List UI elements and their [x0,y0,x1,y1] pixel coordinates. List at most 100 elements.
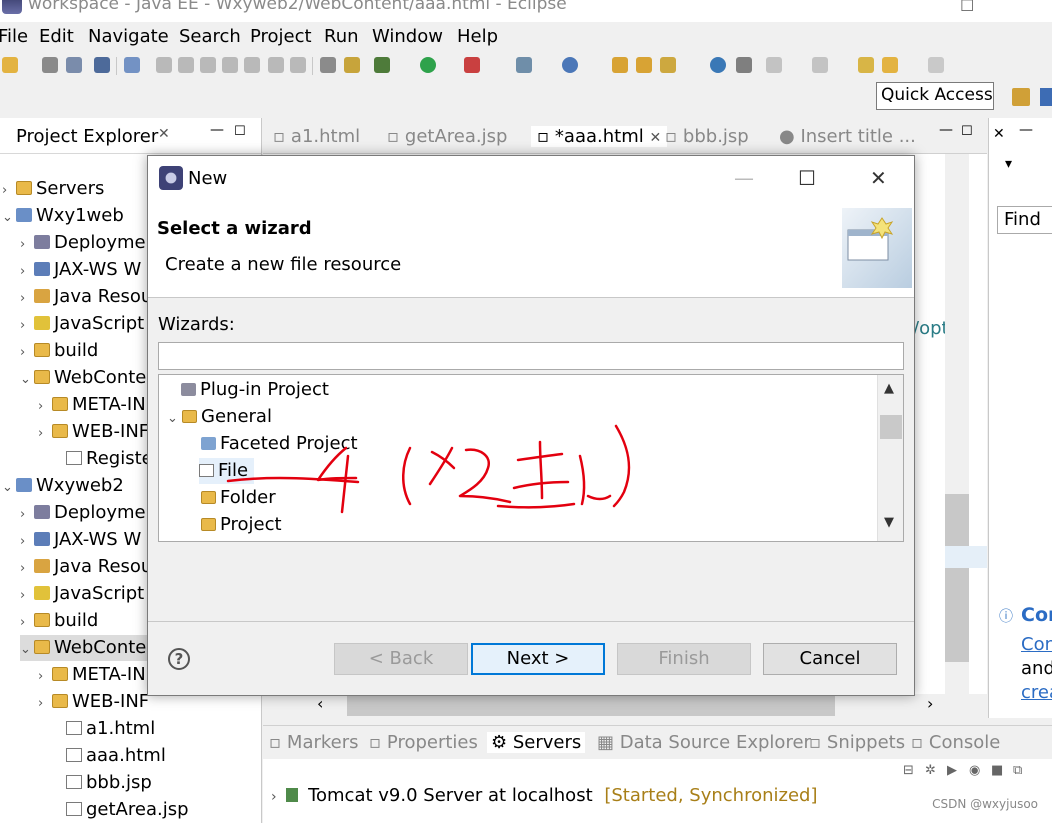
tree-item-web-inf-2[interactable]: › WEB-INF [38,689,149,715]
find-input[interactable]: Find [997,206,1052,234]
open-task-icon[interactable] [636,57,652,73]
resume-icon[interactable] [156,57,172,73]
tab-a1-html[interactable]: ▫ a1.html [273,126,360,147]
cancel-button[interactable]: Cancel [763,643,897,675]
tab-bbb-jsp[interactable]: ▫ bbb.jsp [665,126,749,147]
tree-item-aaa-html[interactable]: aaa.html [52,743,166,769]
wizard-item-project[interactable]: Project [201,512,282,538]
annotation-icon[interactable] [736,57,752,73]
tree-item-deployment[interactable]: › Deploymer [20,230,153,256]
tree-item-bbb-jsp[interactable]: bbb.jsp [52,770,152,796]
connect-link[interactable]: Con [1021,634,1052,655]
debug-server-icon[interactable]: ✲ [925,763,936,778]
back-button[interactable]: < Back [334,643,468,675]
editor-scrollbar[interactable] [945,154,969,694]
close-icon[interactable]: ✕ [870,166,887,190]
tab-servers[interactable]: ⚙ Servers [487,732,586,753]
wizard-item-plugin-project[interactable]: Plug-in Project [181,377,329,403]
prev-annotation-icon[interactable] [812,57,828,73]
tree-item-jaxws-2[interactable]: › JAX-WS W [20,527,141,553]
tree-item-wxy1web[interactable]: ⌄ Wxy1web [2,203,124,229]
terminate-icon[interactable] [200,57,216,73]
stop-server-icon[interactable]: ■ [991,763,1003,778]
tree-item-build-2[interactable]: › build [20,608,98,634]
menu-file[interactable]: File [0,26,28,47]
tree-item-build[interactable]: › build [20,338,98,364]
wizard-item-faceted-project[interactable]: Faceted Project [201,431,358,457]
menu-run[interactable]: Run [324,26,359,47]
scroll-up-icon[interactable]: ▲ [884,381,894,396]
menu-search[interactable]: Search [179,26,241,47]
external-tools-icon[interactable] [464,57,480,73]
disconnect-icon[interactable] [222,57,238,73]
minimize-icon[interactable]: — [939,122,953,138]
toggle-icon[interactable] [320,57,336,73]
tree-item-web-inf[interactable]: › WEB-INF [38,419,149,445]
print-icon[interactable] [94,57,110,73]
profile-server-icon[interactable]: ◉ [969,763,980,778]
wizard-tree-scroll-thumb[interactable] [880,415,902,439]
new-server-icon[interactable] [516,57,532,73]
forward-icon[interactable] [928,57,944,73]
tree-item-java-resources-2[interactable]: › Java Resou [20,554,152,580]
minimize-icon[interactable]: — [1019,122,1033,138]
tree-item-getarea-jsp[interactable]: getArea.jsp [52,797,189,823]
tree-item-deployment-2[interactable]: › Deploymer [20,500,153,526]
close-icon[interactable]: ✕ [158,126,170,142]
wizard-filter-input[interactable] [158,342,904,370]
close-icon[interactable]: ✕ [993,126,1005,142]
save-icon[interactable] [42,57,58,73]
tab-snippets[interactable]: ▫ Snippets [809,732,905,753]
tree-item-a1-html[interactable]: a1.html [52,716,155,742]
tree-item-javascript-2[interactable]: › JavaScript [20,581,144,607]
tab-properties[interactable]: ▫ Properties [369,732,478,753]
step-return-icon[interactable] [290,57,306,73]
tab-console[interactable]: ▫ Console [911,732,1000,753]
menu-edit[interactable]: Edit [39,26,74,47]
save-all-icon[interactable] [66,57,82,73]
tab-insert-title[interactable]: ● Insert title ... [779,126,916,147]
maximize-icon[interactable]: ☐ [960,0,974,15]
link-icon[interactable] [124,57,140,73]
next-button[interactable]: Next > [471,643,605,675]
server-row[interactable]: › Tomcat v9.0 Server at localhost [Start… [271,785,818,806]
scroll-down-icon[interactable]: ▼ [884,515,894,530]
ant-icon[interactable] [344,57,360,73]
javaee-perspective-icon[interactable] [1040,88,1052,106]
tab-getarea-jsp[interactable]: ▫ getArea.jsp [387,126,507,147]
wizard-item-folder[interactable]: Folder [201,485,276,511]
menu-help[interactable]: Help [457,26,498,47]
open-type-icon[interactable] [612,57,628,73]
collapse-icon[interactable]: ⊟ [903,763,914,778]
minimize-icon[interactable]: — [734,166,754,190]
wizard-item-general[interactable]: ⌄ General [167,404,272,430]
menu-navigate[interactable]: Navigate [88,26,169,47]
new-class-icon[interactable] [562,57,578,73]
menu-window[interactable]: Window [372,26,443,47]
tab-data-source-explorer[interactable]: ▦ Data Source Explorer [597,732,811,753]
editor-h-scrollbar[interactable]: ‹ › [263,694,987,720]
run-icon[interactable] [420,57,436,73]
maximize-icon[interactable]: ☐ [961,124,973,139]
next-annotation-icon[interactable] [766,57,782,73]
debug-icon[interactable] [374,57,390,73]
scroll-right-icon[interactable]: › [927,694,933,713]
maximize-icon[interactable]: ☐ [798,166,816,190]
h-scroll-thumb[interactable] [347,696,835,716]
tab-aaa-html[interactable]: ▫ *aaa.html ✕ [531,126,668,147]
globe-icon[interactable] [710,57,726,73]
tree-item-meta-inf[interactable]: › META-IN [38,392,146,418]
finish-button[interactable]: Finish [617,643,751,675]
step-over-icon[interactable] [268,57,284,73]
tree-item-java-resources[interactable]: › Java Resou [20,284,152,310]
maximize-icon[interactable]: ☐ [234,124,246,139]
wizard-tree-scrollbar[interactable]: ▲ ▼ [877,375,903,541]
tree-item-jaxws[interactable]: › JAX-WS W [20,257,141,283]
suspend-icon[interactable] [178,57,194,73]
perspective-icon[interactable] [1012,88,1030,106]
help-icon[interactable]: ? [168,648,190,670]
new-task-icon[interactable]: ▾ [1005,156,1012,172]
quick-access-input[interactable]: Quick Access [876,82,994,110]
wizard-item-file[interactable]: File [199,458,255,484]
scroll-left-icon[interactable]: ‹ [317,694,323,713]
